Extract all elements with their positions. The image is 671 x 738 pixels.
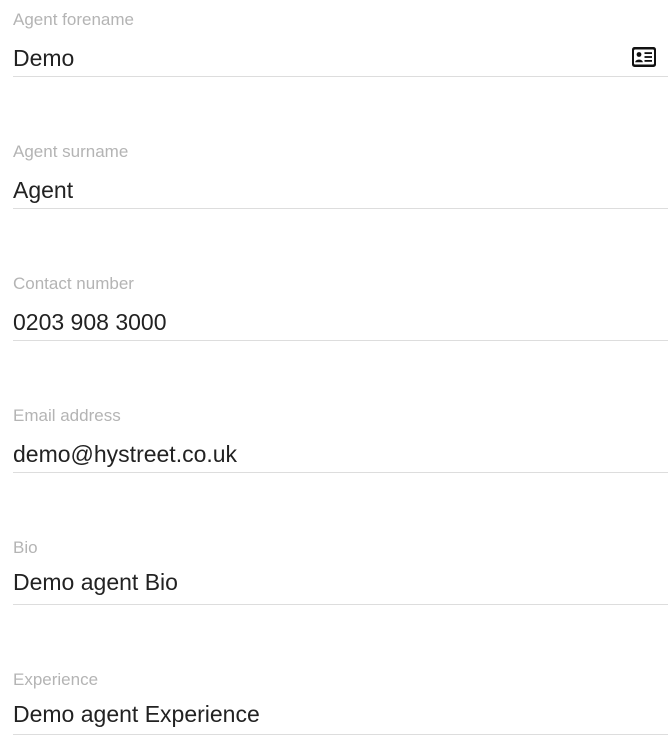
bio-underline — [13, 604, 668, 605]
agent-surname-label: Agent surname — [13, 142, 129, 161]
email-address-underline — [13, 472, 668, 473]
experience-field: Experience — [13, 663, 668, 738]
contact-number-field: Contact number — [13, 267, 668, 342]
agent-forename-field: Agent forename — [13, 3, 668, 78]
contact-number-label: Contact number — [13, 274, 134, 293]
email-address-input[interactable] — [13, 439, 623, 469]
experience-input[interactable] — [13, 699, 623, 729]
agent-surname-input[interactable] — [13, 175, 623, 205]
bio-input[interactable] — [13, 567, 623, 597]
email-address-field: Email address — [13, 399, 668, 474]
agent-forename-label: Agent forename — [13, 10, 134, 29]
agent-surname-underline — [13, 208, 668, 209]
bio-field: Bio — [13, 531, 668, 606]
bio-label: Bio — [13, 538, 38, 557]
agent-surname-field: Agent surname — [13, 135, 668, 210]
agent-forename-underline — [13, 76, 668, 77]
contact-card-icon[interactable] — [632, 47, 656, 67]
email-address-label: Email address — [13, 406, 121, 425]
agent-forename-input[interactable] — [13, 43, 623, 73]
contact-number-underline — [13, 340, 668, 341]
experience-label: Experience — [13, 670, 99, 689]
experience-underline — [13, 734, 668, 735]
contact-number-input[interactable] — [13, 307, 623, 337]
